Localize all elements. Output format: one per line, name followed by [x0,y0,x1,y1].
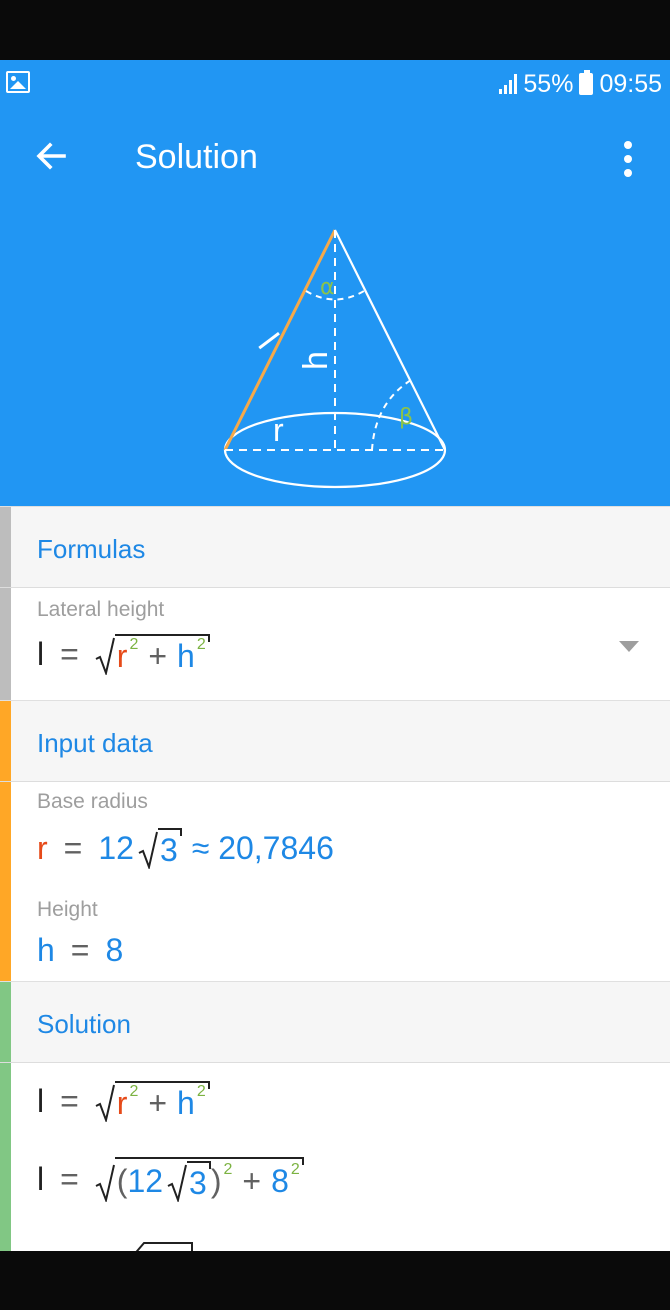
more-options-icon[interactable] [616,141,640,177]
back-arrow-icon[interactable] [34,138,70,174]
page-title: Solution [135,138,258,176]
solution-body-accent-bar [0,1063,11,1251]
label-r: r [273,412,284,448]
var-l: l [37,636,45,672]
solution-card: l = r2 + h2 l = ( 12 3) 2 + 8 2 [0,1063,670,1251]
formulas-title: Formulas [37,534,146,564]
height-number: 8 [105,932,124,968]
battery-icon [579,70,594,95]
radicand: 3 [159,832,178,868]
status-right: 55% 09:55 [499,68,662,100]
formulas-header: Formulas [0,506,670,588]
formulas-accent-bar [0,507,11,587]
height-value[interactable]: h = 8 [37,932,123,969]
sqrt-sign-icon [95,1164,115,1202]
radius-coefficient: 12 [98,830,134,866]
partial-sqrt-next-step [135,1242,193,1251]
plus-sign: + [148,638,168,674]
input-body-accent-bar [0,782,11,981]
app-bar: Solution [0,108,670,208]
var-r: r [37,830,48,866]
radicand: 3 [189,1165,207,1201]
battery-percent: 55% [523,69,574,98]
signal-icon [499,74,518,94]
input-accent-bar [0,701,11,781]
exponent: 2 [223,1160,233,1178]
clock: 09:55 [599,69,662,98]
var-h: h [177,638,195,674]
open-paren: ( [116,1163,128,1199]
sqrt-expression: ( 12 3 ) 2 + 82 [95,1157,304,1202]
sqrt-sign-icon [138,831,158,869]
status-bar: 55% 09:55 [0,60,670,108]
var-h: h [37,932,55,968]
input-data-card: Base radius r = 12 3 ≈ 20,7846 Height h … [0,782,670,982]
equals-sign: = [63,830,83,866]
var-l: l [37,1161,45,1197]
equals-sign: = [60,1083,79,1119]
solution-accent-bar [0,982,11,1062]
solution-header: Solution [0,981,670,1063]
sqrt-sign-icon [95,1084,115,1122]
label-beta: β [399,405,413,430]
formula-accent-bar [0,588,11,701]
label-alpha: α [320,275,335,300]
sqrt-expression: r2 + h2 [95,1081,210,1122]
bottom-black-bar [0,1251,670,1310]
formula-card[interactable]: Lateral height l = r2 + h2 [0,588,670,702]
var-h: h [177,1085,195,1121]
cone-diagram: α β h r l [0,208,670,506]
solution-title: Solution [37,1009,131,1039]
inner-sqrt-expression: 3 [167,1161,211,1202]
expand-dropdown-icon[interactable] [619,641,639,652]
sqrt-sign-icon [167,1164,188,1202]
solution-step-1: l = r2 + h2 [37,1081,210,1122]
top-black-bar [0,0,670,60]
sqrt-expression: 3 [138,828,182,869]
exponent: 2 [290,1160,300,1178]
var-r: r [116,1085,128,1121]
equals-sign: = [60,636,79,672]
equals-sign: = [70,932,90,968]
input-data-header: Input data [0,700,670,782]
sqrt-expression: r2 + h2 [95,634,210,675]
label-h: h [297,351,335,370]
var-r: r [116,638,128,674]
plus-sign: + [148,1085,168,1121]
height-label: Height [37,898,98,921]
exponent: 2 [196,635,206,653]
equals-sign: = [60,1161,79,1197]
radius-approx: ≈ 20,7846 [191,830,334,866]
image-notification-icon [6,71,30,93]
plus-sign: + [242,1163,262,1199]
sqrt-sign-icon [95,637,115,675]
base-radius-value[interactable]: r = 12 3 ≈ 20,7846 [37,828,334,869]
input-data-title: Input data [37,728,153,758]
lateral-height-formula: l = r2 + h2 [37,634,210,675]
app-screen: 55% 09:55 Solution α β h r l Formulas La… [0,60,670,1251]
base-radius-label: Base radius [37,790,148,813]
lateral-height-label: Lateral height [37,598,165,621]
solution-step-2: l = ( 12 3 ) 2 + 82 [37,1157,304,1202]
close-paren: ) [210,1163,222,1199]
exponent: 2 [129,635,139,653]
var-l: l [37,1083,45,1119]
radius-coefficient: 12 [127,1163,164,1199]
exponent: 2 [129,1082,139,1100]
height-number: 8 [271,1163,289,1199]
exponent: 2 [196,1082,206,1100]
